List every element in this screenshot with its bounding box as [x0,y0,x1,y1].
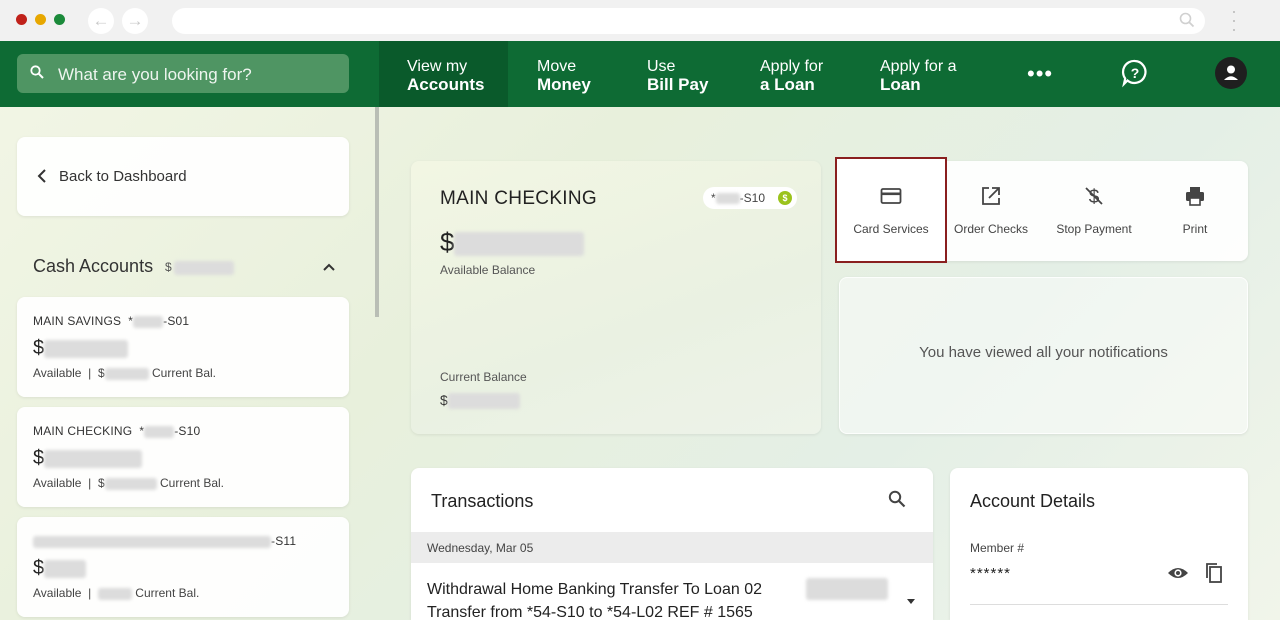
address-search-icon [1179,12,1195,28]
nav-label: Bill Pay [647,75,709,94]
account-card-main-checking[interactable]: MAIN CHECKING * -S10 $ Available | $ Curr… [17,407,349,507]
action-label: Print [1182,222,1208,236]
nav-label: Money [537,75,591,94]
back-to-dashboard-label: Back to Dashboard [59,168,187,185]
account-balance: $ [33,557,87,580]
nav-label: View my [407,58,468,75]
transaction-line-1: Withdrawal Home Banking Transfer To Loan… [427,581,762,598]
transactions-title: Transactions [431,491,534,511]
order-checks-button[interactable]: Order Checks [943,161,1039,261]
details-divider [970,604,1228,605]
main-account-card: MAIN CHECKING * -S10 $ $ Available Balance… [411,161,821,434]
available-balance-value: $ [440,227,585,258]
main-account-title: MAIN CHECKING [440,188,597,209]
account-subline: Available | $ Current Bal. [33,476,225,490]
search-icon[interactable] [888,490,906,508]
search-input[interactable]: What are you looking for? [17,54,349,93]
expand-caret-icon[interactable] [906,598,916,606]
stop-payment-button[interactable]: $ Stop Payment [1042,161,1146,261]
transaction-date-header: Wednesday, Mar 05 [411,532,933,563]
nav-label: a Loan [760,75,815,94]
nav-move-money[interactable]: Move Money [537,41,591,107]
copy-icon[interactable] [1203,562,1223,584]
account-name: -S11 [33,534,296,548]
transaction-amount [806,578,888,600]
account-name: MAIN CHECKING * -S10 [33,424,201,438]
action-label: Order Checks [953,222,1029,236]
nav-apply-loan-1[interactable]: Apply for a Loan [760,41,823,107]
account-subline: Available | Current Bal. [33,586,200,600]
nav-label: Apply for [760,58,824,75]
help-chat-icon[interactable]: ? [1120,58,1150,88]
nav-apply-loan-2[interactable]: Apply for a Loan [880,41,956,107]
nav-bill-pay[interactable]: Use Bill Pay [647,41,708,107]
transaction-line-2: Transfer from *54-S10 to *54-L02 REF # 1… [427,604,753,620]
quick-actions-bar: Card Services Order Checks $ Stop Paymen… [835,157,1248,263]
transactions-panel: Transactions Wednesday, Mar 05 Withdrawa… [411,468,933,620]
top-navigation: What are you looking for? View my Accoun… [0,41,1280,107]
credit-card-icon [880,188,902,204]
address-bar[interactable] [172,8,1205,34]
notifications-panel: You have viewed all your notifications [839,277,1248,434]
nav-label: Accounts [407,75,485,94]
minimize-window-dot[interactable] [35,14,46,25]
chevron-left-icon [37,169,46,183]
member-number-value: ****** [970,565,1012,582]
nav-label: Loan [880,75,921,94]
account-details-panel: Account Details Member # ****** [950,468,1248,620]
account-card-main-savings[interactable]: MAIN SAVINGS * -S01 $ Available | $ Curre… [17,297,349,397]
cash-accounts-title: Cash Accounts [33,256,154,276]
nav-label: Apply for a [880,58,957,75]
eye-icon[interactable] [1167,565,1189,581]
nav-label: Move [537,58,577,75]
current-balance-label: Current Balance [440,370,527,384]
account-balance: $ [33,337,129,360]
current-balance-value: $ [440,392,520,410]
close-window-dot[interactable] [16,14,27,25]
maximize-window-dot[interactable] [54,14,65,25]
account-balance: $ [33,447,143,470]
transaction-description[interactable]: Withdrawal Home Banking Transfer To Loan… [427,578,797,620]
back-arrow-icon[interactable]: ← [88,8,114,34]
external-link-icon [982,187,1000,205]
cash-accounts-total: $ [165,260,234,275]
account-name: MAIN SAVINGS * -S01 [33,314,190,328]
account-subline: Available | $ Current Bal. [33,366,217,380]
chevron-up-icon[interactable] [321,256,337,276]
browser-menu-icon[interactable]: · · · [1228,2,1240,38]
search-icon [30,65,44,79]
notifications-message: You have viewed all your notifications [919,344,1168,361]
dollar-coin-icon: $ [778,191,792,205]
nav-label: Use [647,58,676,75]
available-balance-label: Available Balance [440,263,536,277]
money-off-icon: $ [1085,187,1103,207]
browser-chrome: ← → · · · [0,0,1280,41]
print-button[interactable]: Print [1149,161,1241,261]
sidebar-scrollbar[interactable] [375,107,379,317]
card-services-button[interactable]: Card Services [835,157,947,263]
nav-view-accounts[interactable]: View my Accounts [379,41,508,107]
user-avatar-icon[interactable] [1215,57,1247,89]
member-number-label: Member # [970,541,1025,555]
more-icon[interactable]: ••• [1027,61,1053,87]
account-details-title: Account Details [970,491,1096,511]
action-label: Stop Payment [1056,222,1132,236]
search-placeholder: What are you looking for? [58,65,252,84]
forward-arrow-icon[interactable]: → [122,8,148,34]
account-card-s11[interactable]: -S11 $ Available | Current Bal. [17,517,349,617]
back-to-dashboard-button[interactable]: Back to Dashboard [17,137,349,216]
printer-icon [1186,187,1204,206]
action-label: Card Services [853,222,929,236]
account-number-pill: * -S10 $ [703,187,797,209]
svg-text:?: ? [1131,65,1140,81]
